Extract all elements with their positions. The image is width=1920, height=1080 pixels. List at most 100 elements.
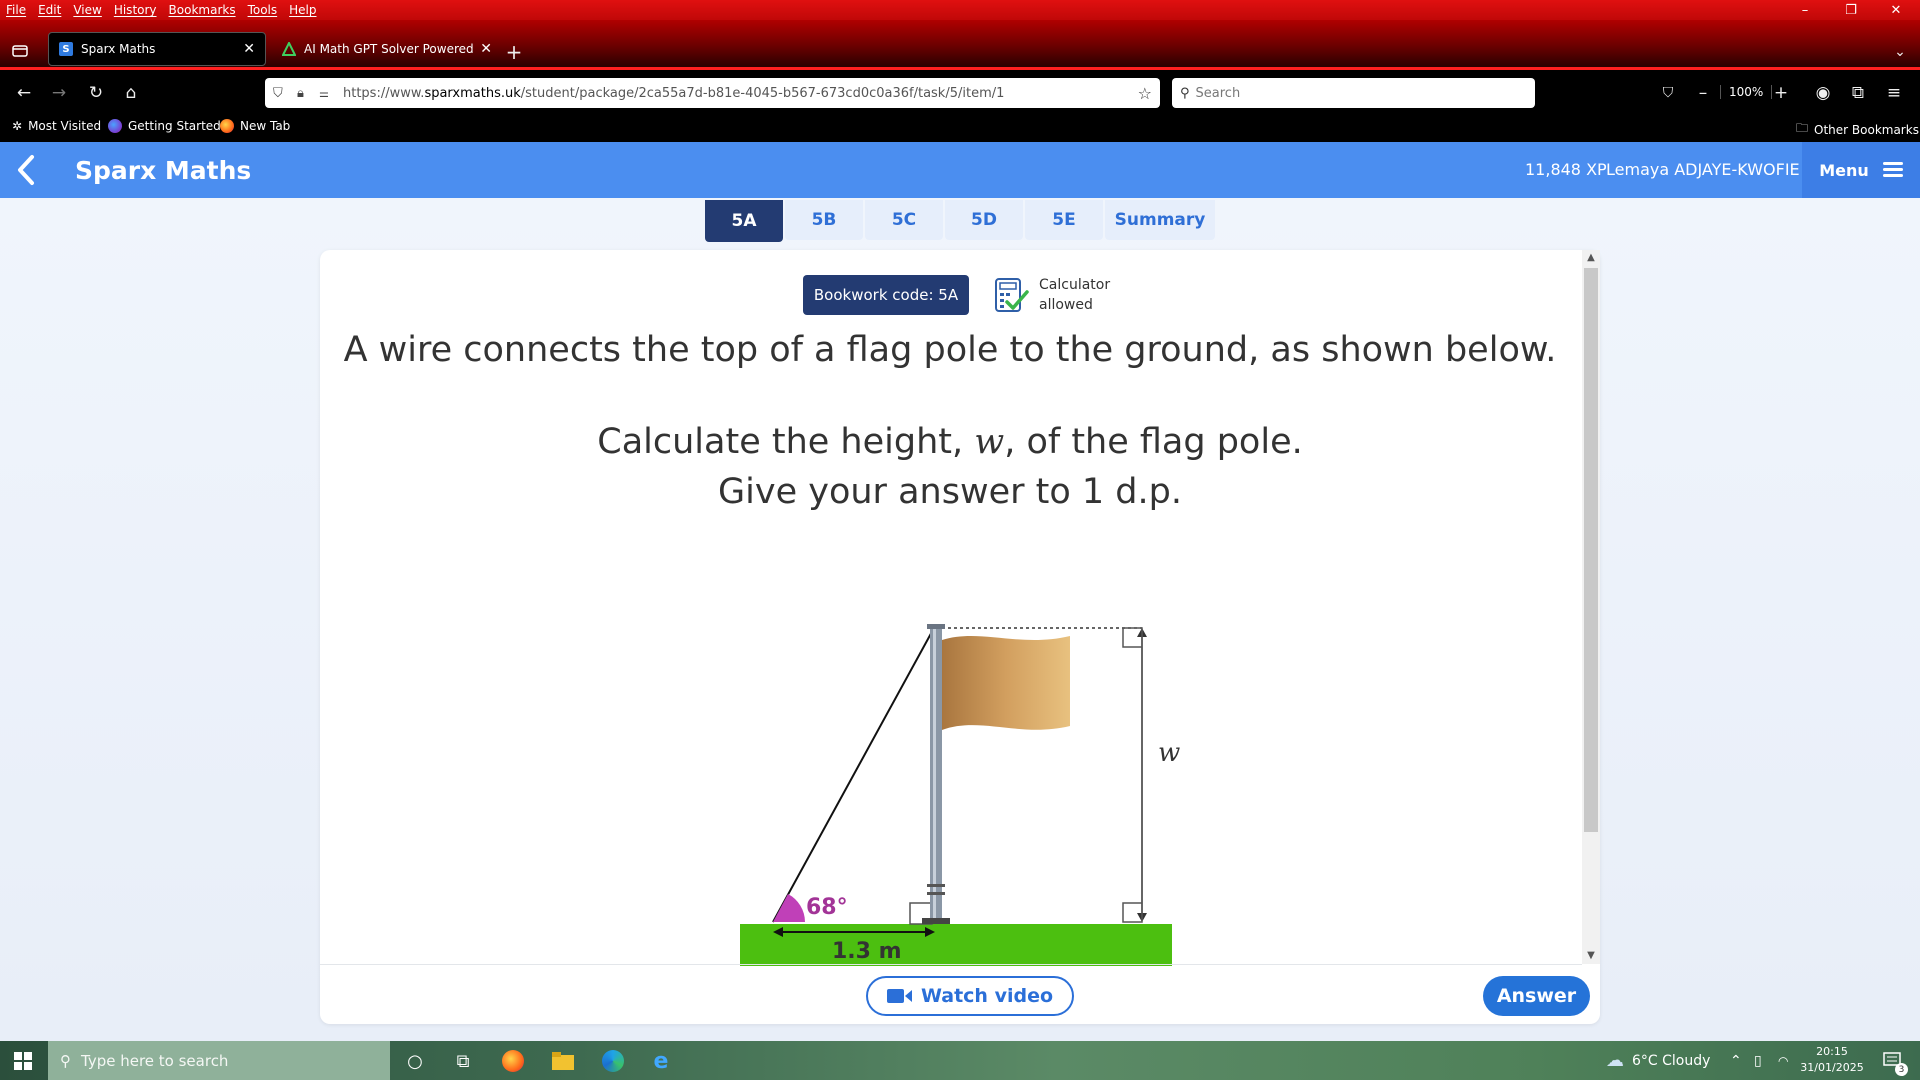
height-label: w xyxy=(1158,738,1180,768)
firefox-taskbar-icon[interactable] xyxy=(500,1048,526,1074)
tab-summary[interactable]: Summary xyxy=(1105,200,1215,240)
scroll-down-icon[interactable]: ▼ xyxy=(1584,948,1598,962)
tab-sparx-maths[interactable]: S Sparx Maths ✕ xyxy=(48,32,266,66)
menu-history[interactable]: History xyxy=(108,3,163,17)
question-text-1: A wire connects the top of a flag pole t… xyxy=(343,330,1557,370)
back-button[interactable] xyxy=(0,142,52,198)
tab-5c[interactable]: 5C xyxy=(865,200,943,240)
pole-clip-2 xyxy=(927,892,945,895)
clock-date: 31/01/2025 xyxy=(1800,1061,1864,1074)
restore-icon[interactable]: ❐ xyxy=(1831,0,1871,20)
tab-title: Sparx Maths xyxy=(81,42,156,56)
zoom-level[interactable]: 100% xyxy=(1720,85,1773,99)
close-window-icon[interactable]: ✕ xyxy=(1876,0,1916,20)
permissions-icon[interactable]: ⚌ xyxy=(319,87,339,100)
ai-math-favicon-icon xyxy=(282,42,296,56)
back-arrow-icon[interactable]: ← xyxy=(12,81,36,105)
bookwork-code-badge: Bookwork code: 5A xyxy=(803,275,969,315)
tab-5e[interactable]: 5E xyxy=(1025,200,1103,240)
weather-widget[interactable]: ☁ 6°C Cloudy xyxy=(1606,1041,1710,1080)
lock-icon[interactable]: 🔒︎ xyxy=(297,86,313,101)
scroll-up-icon[interactable]: ▲ xyxy=(1584,250,1598,264)
answer-button[interactable]: Answer xyxy=(1483,976,1590,1016)
question-card: Bookwork code: 5A Calculator allowed A w… xyxy=(320,250,1600,1024)
hamburger-icon xyxy=(1882,162,1903,178)
pole-clip-1 xyxy=(927,884,945,887)
watch-video-button[interactable]: Watch video xyxy=(866,976,1074,1016)
tab-strip: S Sparx Maths ✕ AI Math GPT Solver Power… xyxy=(0,20,1920,70)
cortana-icon[interactable]: ○ xyxy=(402,1048,428,1074)
bookmark-label: Other Bookmarks xyxy=(1814,122,1919,137)
notifications-icon[interactable]: 3 xyxy=(1880,1048,1908,1076)
user-name: Lemaya ADJAYE-KWOFIE xyxy=(1606,160,1800,179)
brand-title[interactable]: Sparx Maths xyxy=(75,156,251,185)
navigation-bar: ← → ↻ ⌂ ⛉ 🔒︎ ⚌ https://www. sparxmaths.uk… xyxy=(0,73,1920,113)
new-tab-icon[interactable]: + xyxy=(502,40,526,64)
menu-tools[interactable]: Tools xyxy=(242,3,284,17)
bookmark-new-tab[interactable]: New Tab xyxy=(220,119,290,133)
extensions-icon[interactable]: ⧉ xyxy=(1846,81,1870,105)
account-icon[interactable]: ◉ xyxy=(1811,81,1835,105)
xp-counter: 11,848 XP xyxy=(1525,160,1607,179)
scrollbar-thumb[interactable] xyxy=(1584,268,1598,832)
pole-top xyxy=(927,624,945,629)
card-divider xyxy=(320,964,1582,965)
reload-icon[interactable]: ↻ xyxy=(84,81,108,105)
taskbar-search-input[interactable]: ⚲ Type here to search xyxy=(48,1041,390,1080)
menu-file[interactable]: File xyxy=(0,3,32,17)
clock[interactable]: 20:15 31/01/2025 xyxy=(1800,1044,1864,1076)
edge-icon[interactable] xyxy=(600,1048,626,1074)
bookmark-label: Getting Started xyxy=(128,119,221,133)
bookmark-getting-started[interactable]: Getting Started xyxy=(108,119,221,133)
tab-5a[interactable]: 5A xyxy=(705,200,783,242)
wire-line xyxy=(772,627,935,923)
hamburger-menu-icon[interactable]: ≡ xyxy=(1882,81,1906,105)
zoom-in-icon[interactable]: + xyxy=(1769,81,1793,105)
bookmark-label: New Tab xyxy=(240,119,291,133)
file-explorer-icon[interactable] xyxy=(550,1048,576,1074)
url-prefix: https://www. xyxy=(343,85,425,101)
search-icon: ⚲ xyxy=(1180,85,1190,101)
home-icon[interactable]: ⌂ xyxy=(119,81,143,105)
zoom-out-icon[interactable]: – xyxy=(1691,81,1715,105)
app-header: Sparx Maths 11,848 XP Lemaya ADJAYE-KWOF… xyxy=(0,142,1920,198)
flag-pole-diagram: 68° 1.3 m w xyxy=(740,618,1180,966)
pole-highlight xyxy=(933,626,936,924)
tray-chevron-up-icon[interactable]: ⌃ xyxy=(1730,1041,1742,1080)
tab-5b[interactable]: 5B xyxy=(785,200,863,240)
battery-icon[interactable]: ▯ xyxy=(1754,1041,1762,1080)
wifi-icon[interactable]: ◠ xyxy=(1778,1041,1788,1080)
minimize-icon[interactable]: – xyxy=(1785,0,1825,20)
bookmark-other[interactable]: 🗀︎ Other Bookmarks xyxy=(1796,119,1919,140)
menu-view[interactable]: View xyxy=(67,3,107,17)
menu-bookmarks[interactable]: Bookmarks xyxy=(163,3,242,17)
tab-list-icon[interactable] xyxy=(8,38,32,62)
menu-edit[interactable]: Edit xyxy=(32,3,67,17)
chevron-down-icon[interactable]: ⌄ xyxy=(1888,40,1912,64)
internet-explorer-icon[interactable]: e xyxy=(648,1048,674,1074)
bookmark-star-icon[interactable]: ☆ xyxy=(1138,84,1152,103)
calculator-label: Calculator xyxy=(1039,277,1111,293)
url-host: sparxmaths.uk xyxy=(424,85,521,101)
search-input[interactable]: ⚲ Search xyxy=(1172,78,1535,108)
tab-5d[interactable]: 5D xyxy=(945,200,1023,240)
address-bar[interactable]: ⛉ 🔒︎ ⚌ https://www. sparxmaths.uk/student… xyxy=(265,78,1160,108)
task-view-icon[interactable]: ⧉ xyxy=(450,1048,476,1074)
shield-icon[interactable]: ⛉ xyxy=(273,86,291,101)
bookmark-label: Most Visited xyxy=(28,119,102,133)
close-tab-icon[interactable]: ✕ xyxy=(480,41,492,57)
base-label: 1.3 m xyxy=(832,939,902,964)
menu-button[interactable]: Menu xyxy=(1802,142,1920,198)
question-text-2b: , of the flag pole. xyxy=(1004,422,1303,462)
calculator-allowed: Calculator allowed xyxy=(993,275,1110,315)
video-camera-icon xyxy=(886,989,912,1003)
close-tab-icon[interactable]: ✕ xyxy=(243,41,255,57)
menu-help[interactable]: Help xyxy=(283,3,322,17)
calculator-status: allowed xyxy=(1039,297,1093,313)
windows-start-icon[interactable] xyxy=(10,1048,36,1074)
tab-ai-math[interactable]: AI Math GPT Solver Powered by ✕ xyxy=(272,32,492,66)
pocket-icon[interactable]: ⛉ xyxy=(1656,81,1680,105)
bookmark-most-visited[interactable]: ✲ Most Visited xyxy=(12,119,101,133)
forward-arrow-icon[interactable]: → xyxy=(47,81,71,105)
weather-text: 6°C Cloudy xyxy=(1632,1052,1711,1069)
